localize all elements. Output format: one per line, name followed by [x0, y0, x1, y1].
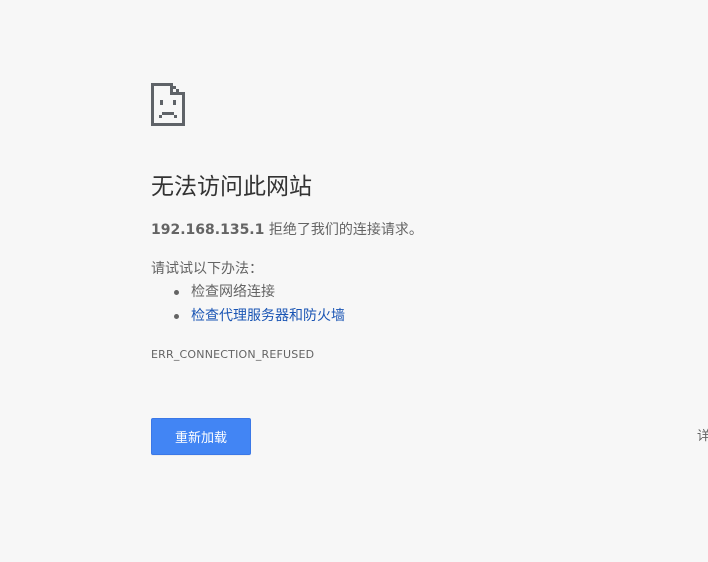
sad-page-icon — [151, 83, 185, 126]
bullet-icon — [174, 314, 179, 319]
suggestion-label: 检查网络连接 — [191, 284, 275, 300]
suggestion-item-check-network: 检查网络连接 — [151, 282, 345, 306]
error-summary: 192.168.135.1 拒绝了我们的连接请求。 — [151, 220, 423, 240]
page-title: 无法访问此网站 — [151, 174, 312, 200]
error-message: 拒绝了我们的连接请求。 — [264, 222, 423, 238]
check-proxy-firewall-link[interactable]: 检查代理服务器和防火墙 — [191, 308, 345, 324]
suggestion-item-check-proxy: 检查代理服务器和防火墙 — [151, 306, 345, 330]
reload-button[interactable]: 重新加载 — [151, 418, 251, 455]
bullet-icon — [174, 290, 179, 295]
suggestions-list: 检查网络连接 检查代理服务器和防火墙 — [151, 282, 345, 330]
error-code: ERR_CONNECTION_REFUSED — [151, 348, 315, 361]
host-address: 192.168.135.1 — [151, 222, 265, 238]
details-button[interactable]: 详 — [697, 428, 708, 446]
suggestions-heading: 请试试以下办法： — [151, 261, 263, 277]
